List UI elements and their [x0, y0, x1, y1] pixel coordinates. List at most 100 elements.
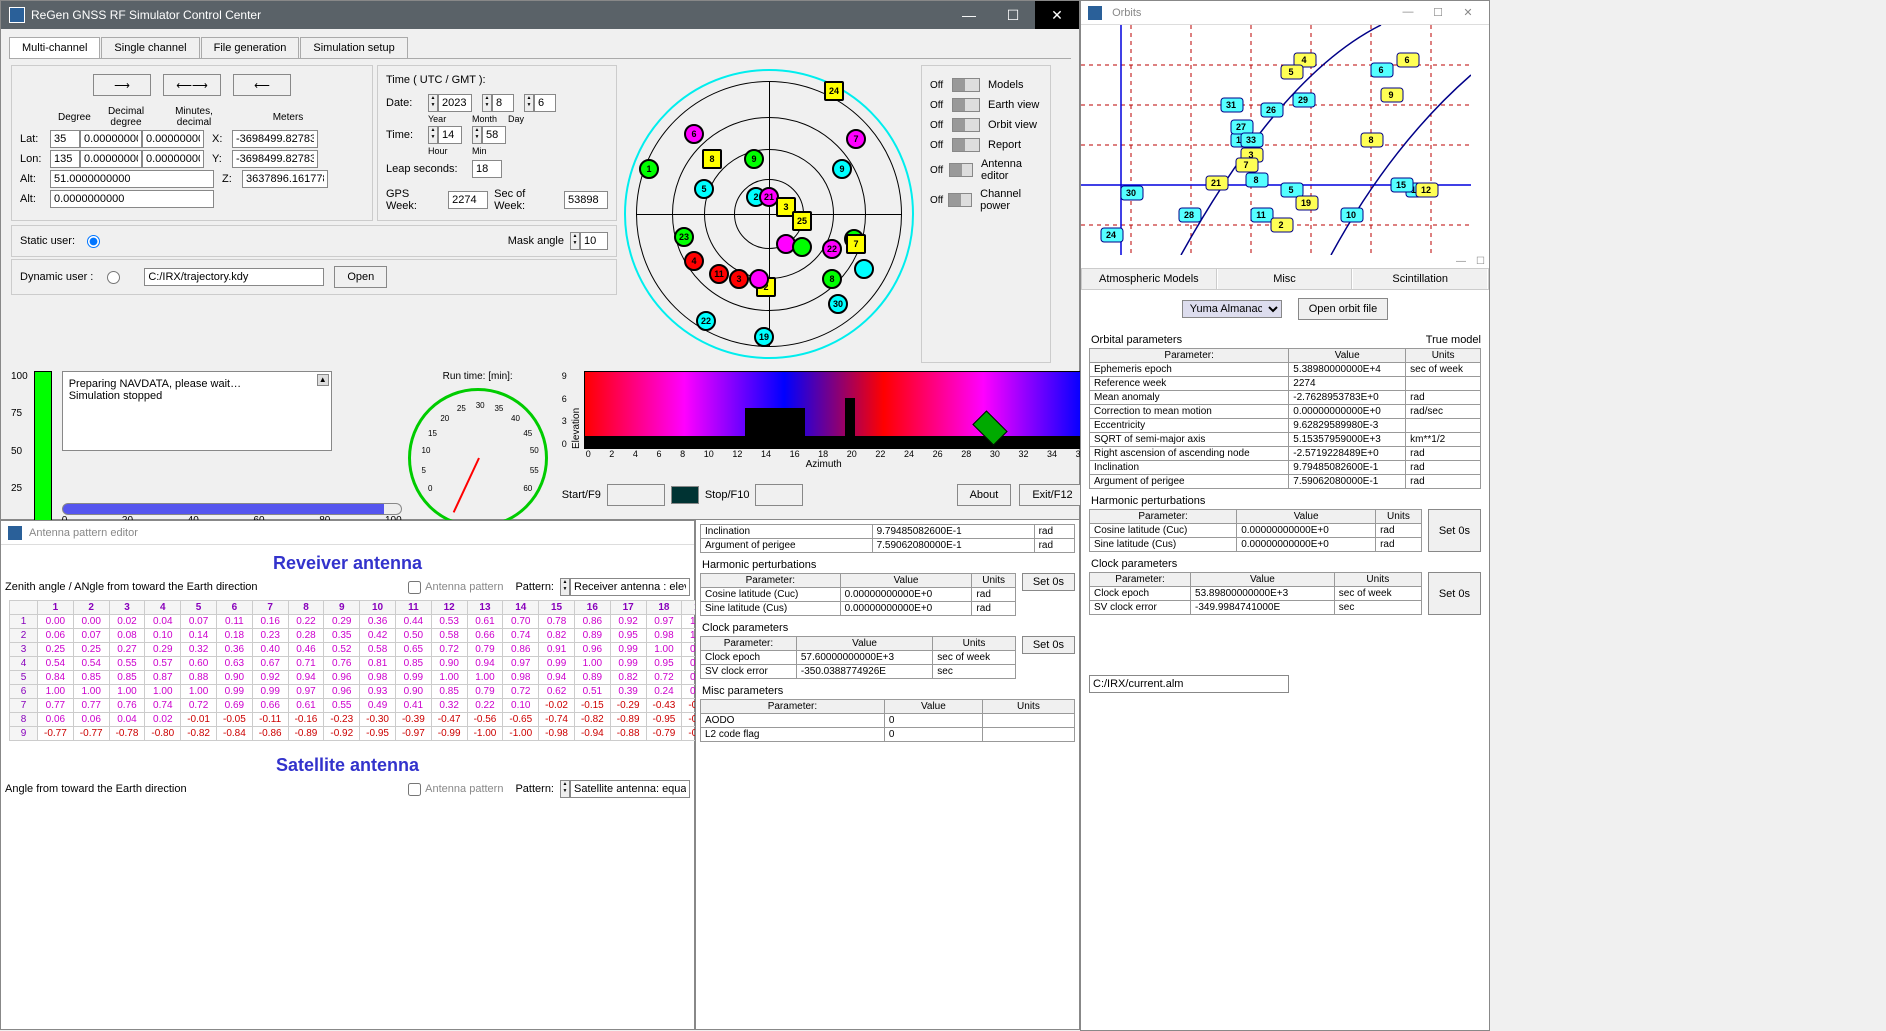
satellite-pattern-input[interactable]: [570, 780, 690, 798]
open-trajectory-button[interactable]: Open: [334, 266, 387, 288]
svg-text:30: 30: [1126, 188, 1136, 198]
orbits-panel-maximize[interactable]: ☐: [1476, 256, 1485, 267]
lon-min-input[interactable]: [142, 150, 204, 168]
set0s-harm-right[interactable]: Set 0s: [1428, 509, 1481, 552]
year-input[interactable]: [438, 94, 472, 112]
mask-input[interactable]: [580, 232, 608, 250]
az-0: 0: [586, 449, 591, 459]
mask-label: Mask angle: [508, 235, 564, 247]
toggle-antenna-editor[interactable]: [949, 163, 973, 177]
pattern-stepper-1[interactable]: ▲▼: [560, 578, 570, 596]
orbit-sat-7: 7: [1236, 158, 1258, 172]
dynamic-user-radio[interactable]: [107, 271, 120, 284]
sv-7: 7: [846, 129, 866, 149]
toggle-earth-view[interactable]: [952, 98, 980, 112]
orbit-file-path[interactable]: [1089, 675, 1289, 693]
antenna-gain-table: 12345678910111213141516171819202110.000.…: [9, 600, 790, 741]
trajectory-path-input[interactable]: [144, 268, 324, 286]
mask-stepper[interactable]: ▲▼: [570, 232, 580, 250]
tab-singlechannel[interactable]: Single channel: [101, 37, 199, 58]
about-button[interactable]: About: [957, 484, 1012, 506]
year-stepper[interactable]: ▲▼: [428, 94, 438, 112]
sv-25: 25: [792, 211, 812, 231]
orbits-maximize-button[interactable]: ☐: [1423, 6, 1453, 19]
gpsw-input[interactable]: [448, 191, 488, 209]
tab-misc[interactable]: Misc: [1218, 269, 1353, 289]
gtick-50: 50: [530, 446, 539, 455]
lon-deg-input[interactable]: [50, 150, 80, 168]
nav-forward-button[interactable]: ⟶: [93, 74, 151, 96]
tab-atmospheric[interactable]: Atmospheric Models: [1082, 269, 1217, 289]
orbit-sat-26: 26: [1261, 103, 1283, 117]
set0s-clock-right[interactable]: Set 0s: [1428, 572, 1481, 615]
alt2-input[interactable]: [50, 190, 214, 208]
lat-min-input[interactable]: [142, 130, 204, 148]
close-button[interactable]: ✕: [1035, 1, 1079, 29]
tab-filegen[interactable]: File generation: [201, 37, 300, 58]
lat-deg-input[interactable]: [50, 130, 80, 148]
progress-bar: [34, 371, 52, 521]
col-meters: Meters: [248, 112, 328, 123]
almanac-select[interactable]: Yuma Almanac: [1182, 300, 1282, 318]
time-header: Time ( UTC / GMT ):: [386, 74, 486, 86]
min-input[interactable]: [482, 126, 506, 144]
receiver-pattern-input[interactable]: [570, 578, 690, 596]
alt-input[interactable]: [50, 170, 214, 188]
month-input[interactable]: [492, 94, 514, 112]
month-stepper[interactable]: ▲▼: [482, 94, 492, 112]
antenna-pattern-checkbox-1[interactable]: [408, 581, 421, 594]
tab-scintillation[interactable]: Scintillation: [1353, 269, 1487, 289]
antenna-pattern-checkbox-2[interactable]: [408, 783, 421, 796]
toggle-report[interactable]: [952, 138, 980, 152]
vhl: Value: [840, 574, 972, 588]
static-user-radio[interactable]: [87, 235, 100, 248]
nav-both-button[interactable]: ⟵⟶: [163, 74, 221, 96]
log-scroll-up-icon[interactable]: ▲: [317, 374, 329, 386]
exit-button[interactable]: Exit/F12: [1019, 484, 1085, 506]
lon-dec-input[interactable]: [80, 150, 142, 168]
hour-stepper[interactable]: ▲▼: [428, 126, 438, 144]
z-input[interactable]: [242, 170, 328, 188]
orbits-minimize-button[interactable]: ―: [1393, 6, 1423, 19]
day-lbl: Day: [508, 114, 538, 124]
az-16: 16: [790, 449, 800, 459]
start-button[interactable]: [607, 484, 665, 506]
clock-table-left: Parameter:ValueUnits Clock epoch57.60000…: [700, 636, 1016, 679]
y-input[interactable]: [232, 150, 318, 168]
set0s-clock-left[interactable]: Set 0s: [1022, 636, 1075, 654]
stop-button[interactable]: [755, 484, 803, 506]
nav-back-button[interactable]: ⟵: [233, 74, 291, 96]
leap-input[interactable]: [472, 160, 502, 178]
az-32: 32: [1018, 449, 1028, 459]
min-stepper[interactable]: ▲▼: [472, 126, 482, 144]
elev-y-label: Elevation: [571, 371, 582, 449]
sow-input[interactable]: [564, 191, 608, 209]
maximize-button[interactable]: ☐: [991, 1, 1035, 29]
sv-11: 11: [709, 264, 729, 284]
pattern-stepper-2[interactable]: ▲▼: [560, 780, 570, 798]
yscale-25: 25: [11, 483, 28, 494]
hour-input[interactable]: [438, 126, 462, 144]
lat-dec-input[interactable]: [80, 130, 142, 148]
run-led: [671, 486, 699, 504]
day-stepper[interactable]: ▲▼: [524, 94, 534, 112]
x-label: X:: [212, 133, 226, 145]
gtick-20: 20: [440, 414, 449, 423]
toggle-orbit-view[interactable]: [952, 118, 980, 132]
set0s-harm-left[interactable]: Set 0s: [1022, 573, 1075, 591]
open-orbit-file-button[interactable]: Open orbit file: [1298, 298, 1388, 320]
orbit-sat-30: 30: [1121, 186, 1143, 200]
receiver-antenna-heading: Reveiver antenna: [5, 553, 690, 574]
minimize-button[interactable]: ―: [947, 1, 991, 29]
day-input[interactable]: [534, 94, 556, 112]
orbit-sat-8: 8: [1246, 173, 1268, 187]
svg-text:27: 27: [1236, 122, 1246, 132]
toggle-models[interactable]: [952, 78, 980, 92]
x-input[interactable]: [232, 130, 318, 148]
orbits-panel-minimize[interactable]: ―: [1456, 256, 1466, 267]
orbits-close-button[interactable]: ✕: [1453, 6, 1483, 19]
tab-multichannel[interactable]: Multi-channel: [9, 37, 100, 58]
toggle-channel-power[interactable]: [948, 193, 972, 207]
tab-simsetup[interactable]: Simulation setup: [300, 37, 407, 58]
progress-slider[interactable]: [62, 503, 402, 515]
